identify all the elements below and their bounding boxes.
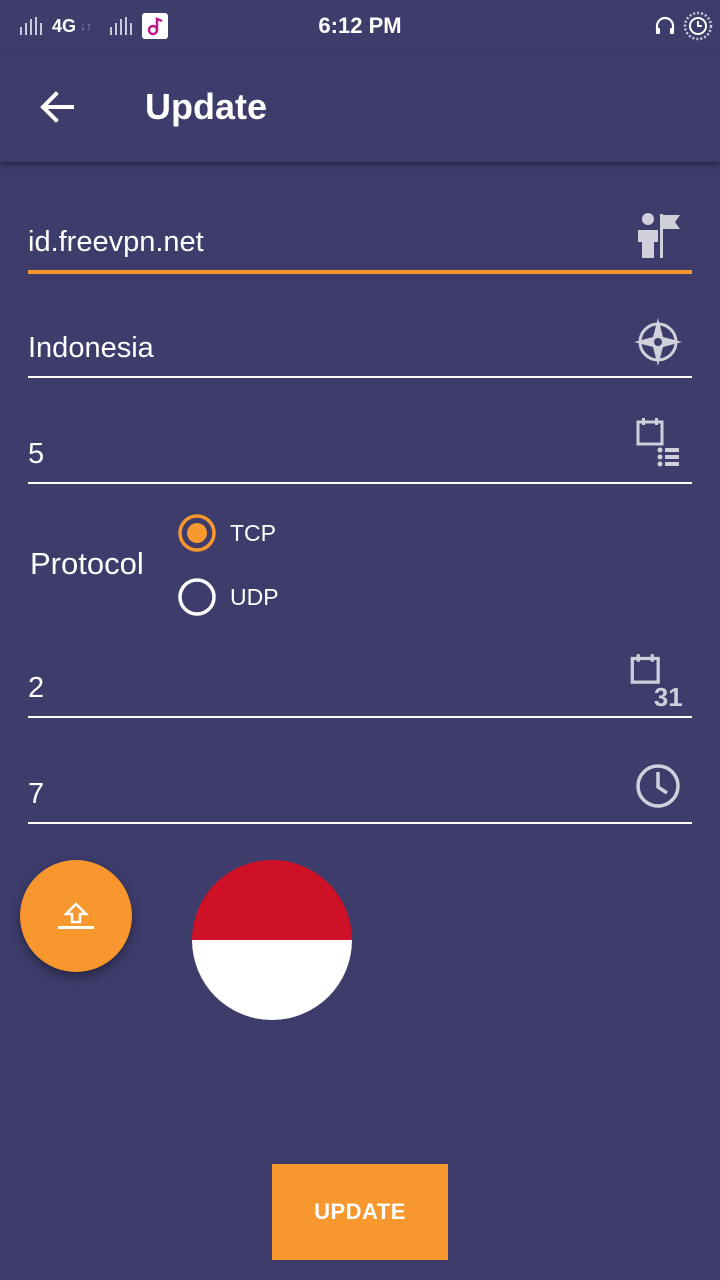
flag-white-band (192, 940, 352, 1020)
server-input[interactable]: id.freevpn.net (28, 224, 204, 260)
back-arrow-icon[interactable] (34, 84, 80, 130)
country-field[interactable]: Indonesia (28, 318, 692, 378)
headset-icon (655, 16, 675, 34)
slot-input[interactable]: 5 (28, 436, 44, 472)
country-flag-indonesia (192, 860, 352, 1020)
radio-udp-label[interactable]: UDP (230, 583, 279, 611)
battery-clock-icon (683, 11, 713, 41)
compass-icon (634, 318, 682, 366)
calendar-list-icon (636, 418, 679, 467)
upload-fab-button[interactable] (20, 860, 132, 972)
days-field[interactable]: 2 31 (28, 654, 692, 718)
clock-icon (636, 764, 680, 808)
flag-red-band (192, 860, 352, 940)
guide-flag-icon (638, 213, 680, 258)
app-bar: Update (0, 52, 720, 162)
upload-icon (58, 902, 94, 929)
hours-field[interactable]: 7 (28, 764, 692, 824)
slot-field[interactable]: 5 (28, 418, 692, 484)
status-time: 6:12 PM (318, 13, 402, 38)
hours-input[interactable]: 7 (28, 776, 44, 812)
country-input[interactable]: Indonesia (28, 330, 154, 366)
status-right (654, 10, 714, 42)
radio-tcp[interactable] (177, 513, 217, 553)
calendar-31-text: 31 (654, 684, 683, 708)
page-title: Update (145, 86, 268, 127)
radio-tcp-label[interactable]: TCP (230, 519, 276, 547)
calendar-31-icon: 31 (630, 654, 683, 708)
radio-udp[interactable] (177, 577, 217, 617)
days-input[interactable]: 2 (28, 670, 44, 706)
status-bar: 4G ↓↑ 6:12 PM (0, 0, 720, 52)
update-button[interactable]: UPDATE (272, 1164, 448, 1260)
server-field[interactable]: id.freevpn.net (28, 213, 692, 274)
protocol-label: Protocol (30, 546, 144, 581)
